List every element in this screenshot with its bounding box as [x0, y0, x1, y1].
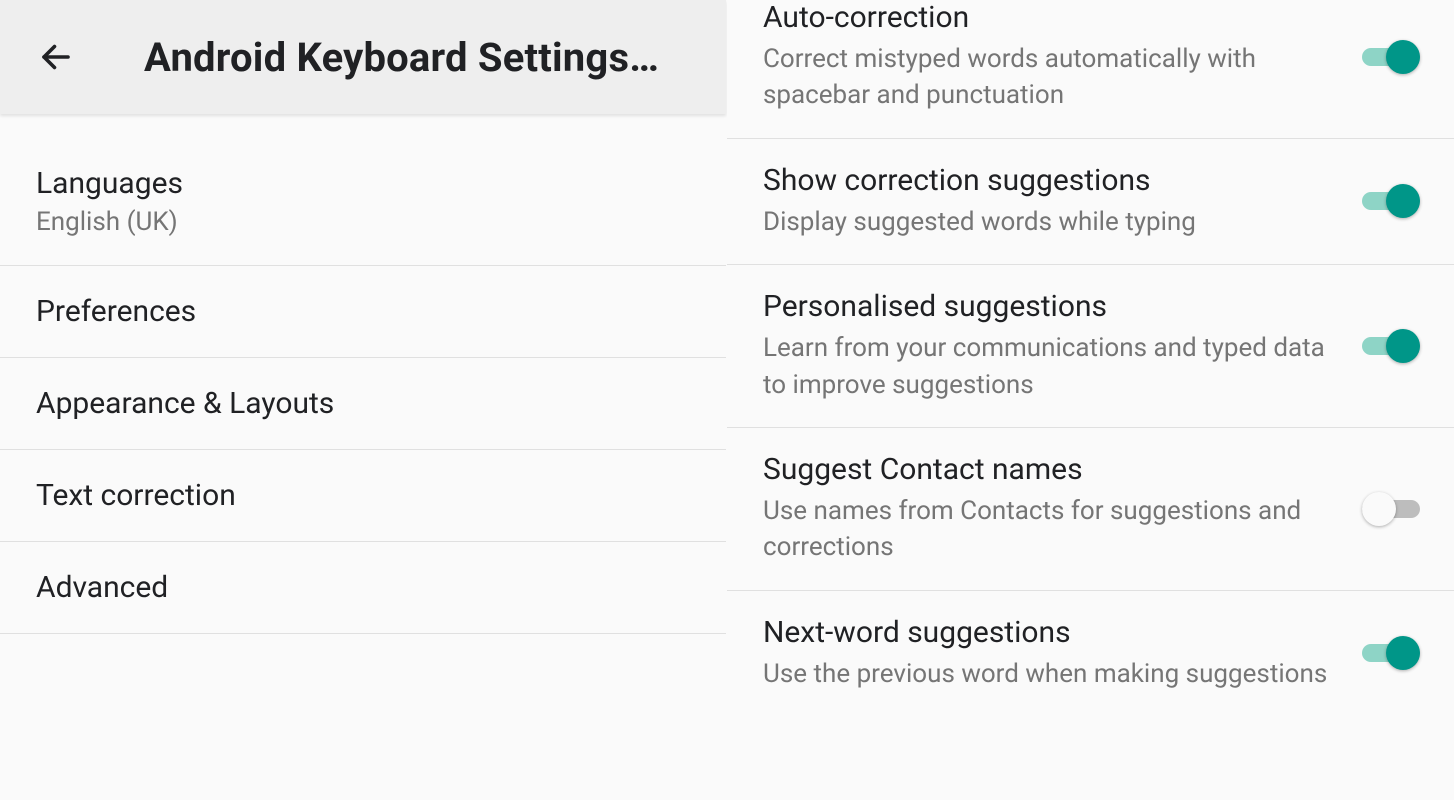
text-correction-pane: Auto-correction Correct mistyped words a… — [727, 0, 1454, 800]
toggle-description: Use the previous word when making sugges… — [763, 656, 1338, 692]
toggle-description: Learn from your communications and typed… — [763, 330, 1338, 403]
settings-item-preferences[interactable]: Preferences — [0, 266, 726, 358]
toggle-label: Auto-correction — [763, 0, 1338, 35]
toggle-label: Next-word suggestions — [763, 615, 1338, 650]
toggle-switch[interactable] — [1362, 184, 1420, 218]
page-title: Android Keyboard Settings… — [144, 34, 659, 81]
toggle-row-personalised-suggestions[interactable]: Personalised suggestions Learn from your… — [727, 265, 1454, 428]
toggle-switch[interactable] — [1362, 329, 1420, 363]
arrow-back-icon — [38, 39, 74, 75]
toggle-label: Show correction suggestions — [763, 163, 1338, 198]
toggle-thumb — [1386, 40, 1420, 74]
toggle-description: Use names from Contacts for suggestions … — [763, 493, 1338, 566]
toggle-row-suggest-contact-names[interactable]: Suggest Contact names Use names from Con… — [727, 428, 1454, 591]
settings-item-label: Preferences — [36, 294, 690, 329]
toggle-row-auto-correction[interactable]: Auto-correction Correct mistyped words a… — [727, 0, 1454, 139]
settings-item-label: Text correction — [36, 478, 690, 513]
toggle-description: Correct mistyped words automatically wit… — [763, 41, 1338, 114]
toggle-switch[interactable] — [1362, 492, 1420, 526]
settings-item-sub: English (UK) — [36, 207, 690, 237]
toggle-row-text: Personalised suggestions Learn from your… — [763, 289, 1362, 403]
toggle-label: Personalised suggestions — [763, 289, 1338, 324]
toggle-thumb — [1386, 329, 1420, 363]
settings-item-advanced[interactable]: Advanced — [0, 542, 726, 634]
toggle-description: Display suggested words while typing — [763, 204, 1338, 240]
toggle-row-text: Auto-correction Correct mistyped words a… — [763, 0, 1362, 114]
toggle-thumb — [1386, 636, 1420, 670]
toggle-thumb — [1362, 492, 1396, 526]
settings-item-text-correction[interactable]: Text correction — [0, 450, 726, 542]
settings-list: Languages English (UK) Preferences Appea… — [0, 114, 726, 634]
toggle-row-text: Suggest Contact names Use names from Con… — [763, 452, 1362, 566]
settings-item-appearance[interactable]: Appearance & Layouts — [0, 358, 726, 450]
settings-item-label: Appearance & Layouts — [36, 386, 690, 421]
toggle-label: Suggest Contact names — [763, 452, 1338, 487]
toggle-switch[interactable] — [1362, 636, 1420, 670]
toggle-row-text: Next-word suggestions Use the previous w… — [763, 615, 1362, 692]
toggle-switch[interactable] — [1362, 40, 1420, 74]
settings-item-label: Advanced — [36, 570, 690, 605]
settings-item-languages[interactable]: Languages English (UK) — [0, 138, 726, 266]
toggle-row-next-word-suggestions[interactable]: Next-word suggestions Use the previous w… — [727, 591, 1454, 716]
settings-item-label: Languages — [36, 166, 690, 201]
toggle-row-show-correction-suggestions[interactable]: Show correction suggestions Display sugg… — [727, 139, 1454, 265]
toggle-row-text: Show correction suggestions Display sugg… — [763, 163, 1362, 240]
toggle-thumb — [1386, 184, 1420, 218]
back-button[interactable] — [32, 33, 80, 81]
app-bar: Android Keyboard Settings… — [0, 0, 726, 114]
settings-main-pane: Android Keyboard Settings… Languages Eng… — [0, 0, 727, 800]
